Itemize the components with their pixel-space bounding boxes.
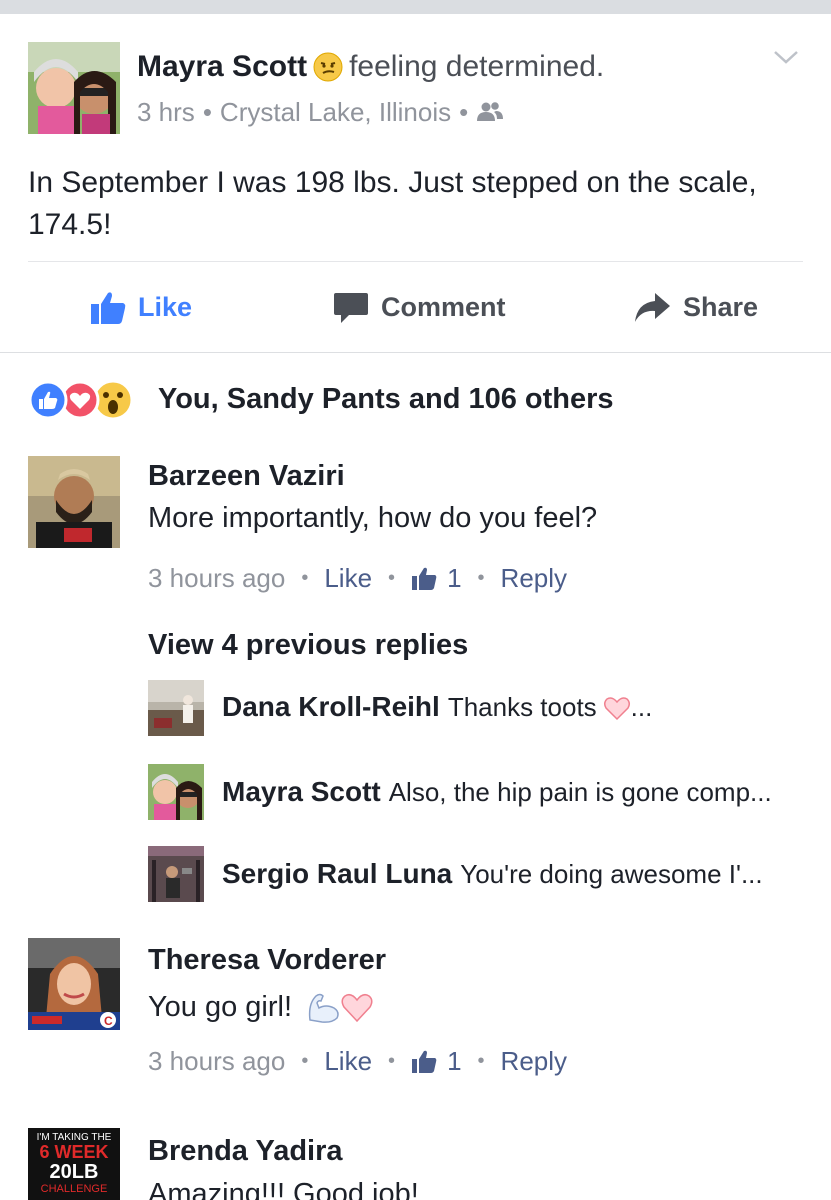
post-feeling: feeling determined. [349,50,605,83]
comment-like-count[interactable]: 1 [447,1046,461,1077]
commenter-name[interactable]: Brenda Yadira [148,1135,343,1168]
share-icon [635,293,670,322]
meta-separator: • [477,566,485,589]
reaction-summary[interactable]: You, Sandy Pants and 106 others [158,383,614,416]
post-author-avatar[interactable] [28,42,120,134]
reply-line: Mayra Scott Also, the hip pain is gone co… [222,776,772,808]
post-author-name[interactable]: Mayra Scott [137,50,307,83]
view-previous-replies-link[interactable]: View 4 previous replies [148,629,468,662]
meta-separator: • [388,1049,396,1072]
avatar-text: CHALLENGE [41,1183,108,1195]
divider [28,261,803,262]
comment-reply-button[interactable]: Reply [501,1046,567,1077]
comment-time[interactable]: 3 hours ago [148,1046,285,1077]
post-author-line: Mayra Scott feeling determined. [137,50,604,84]
comment-text-line: You go girl! [148,990,374,1024]
reply-author-name[interactable]: Dana Kroll-Reihl [222,691,440,722]
heart-icon [340,991,374,1023]
reply-text-suffix: ... [630,692,653,722]
post-location[interactable]: Crystal Lake, Illinois [220,97,451,127]
avatar-text: 6 WEEK [39,1142,108,1162]
post-meta: 3 hrs • Crystal Lake, Illinois • [137,97,504,128]
comment-like-button[interactable]: Like [324,563,372,594]
svg-text:C: C [104,1014,113,1028]
post-time[interactable]: 3 hrs [137,97,195,127]
reaction-icons[interactable] [28,379,134,421]
reply-avatar[interactable] [148,846,204,902]
reply-line: Sergio Raul Luna You're doing awesome I'.… [222,858,763,890]
reply-author-name[interactable]: Mayra Scott [222,776,381,807]
comment-text: More importantly, how do you feel? [148,502,598,534]
comment-meta: 3 hours ago • Like • 1 • Reply [148,560,567,596]
like-button[interactable]: Like [90,285,192,329]
commenter-name[interactable]: Barzeen Vaziri [148,460,345,493]
reply-avatar[interactable] [148,680,204,736]
thumbs-up-icon [91,292,126,324]
comment-text: Amazing!!! Good job! [148,1178,419,1200]
comment-button-label: Comment [381,291,506,322]
like-reaction-icon [28,380,68,420]
comment-icon [334,293,368,323]
thumbs-up-icon [412,567,437,590]
meta-separator: • [301,1049,309,1072]
comment-like-button[interactable]: Like [324,1046,372,1077]
chevron-down-icon[interactable] [772,46,800,68]
comment-reply-button[interactable]: Reply [501,563,567,594]
comment-like-count[interactable]: 1 [447,563,461,594]
reply-text: Also, the hip pain is gone comp... [388,777,772,807]
meta-separator: • [459,97,469,127]
reply-text: You're doing awesome I'... [460,859,763,889]
comment-meta: 3 hours ago • Like • 1 • Reply [148,1043,567,1079]
share-button-label: Share [683,291,759,322]
comment-time[interactable]: 3 hours ago [148,563,285,594]
commenter-name[interactable]: Theresa Vorderer [148,944,386,977]
commenter-avatar[interactable]: I'M TAKING THE 6 WEEK 20LB CHALLENGE [28,1128,120,1200]
meta-separator: • [388,566,396,589]
avatar-text: 20LB [50,1161,99,1183]
friends-icon[interactable] [476,99,504,121]
comment-text: You go girl! [148,990,293,1023]
commenter-avatar[interactable] [28,456,120,548]
top-bar [0,0,831,14]
reply-avatar[interactable] [148,764,204,820]
heart-icon [603,695,631,721]
like-button-label: Like [138,291,193,322]
divider [0,352,831,353]
determined-emoji-icon [313,52,343,82]
reply-author-name[interactable]: Sergio Raul Luna [222,858,452,889]
meta-separator: • [477,1049,485,1072]
post-text: In September I was 198 lbs. Just stepped… [28,166,757,241]
thumbs-up-icon [412,1050,437,1073]
comment-button[interactable]: Comment [333,285,506,329]
share-button[interactable]: Share [633,285,758,329]
meta-separator: • [202,97,212,127]
flexed-bicep-icon [306,990,342,1024]
meta-separator: • [301,566,309,589]
commenter-avatar[interactable]: C [28,938,120,1030]
reply-text: Thanks toots [447,692,597,722]
reply-line: Dana Kroll-Reihl Thanks toots... [222,691,652,723]
